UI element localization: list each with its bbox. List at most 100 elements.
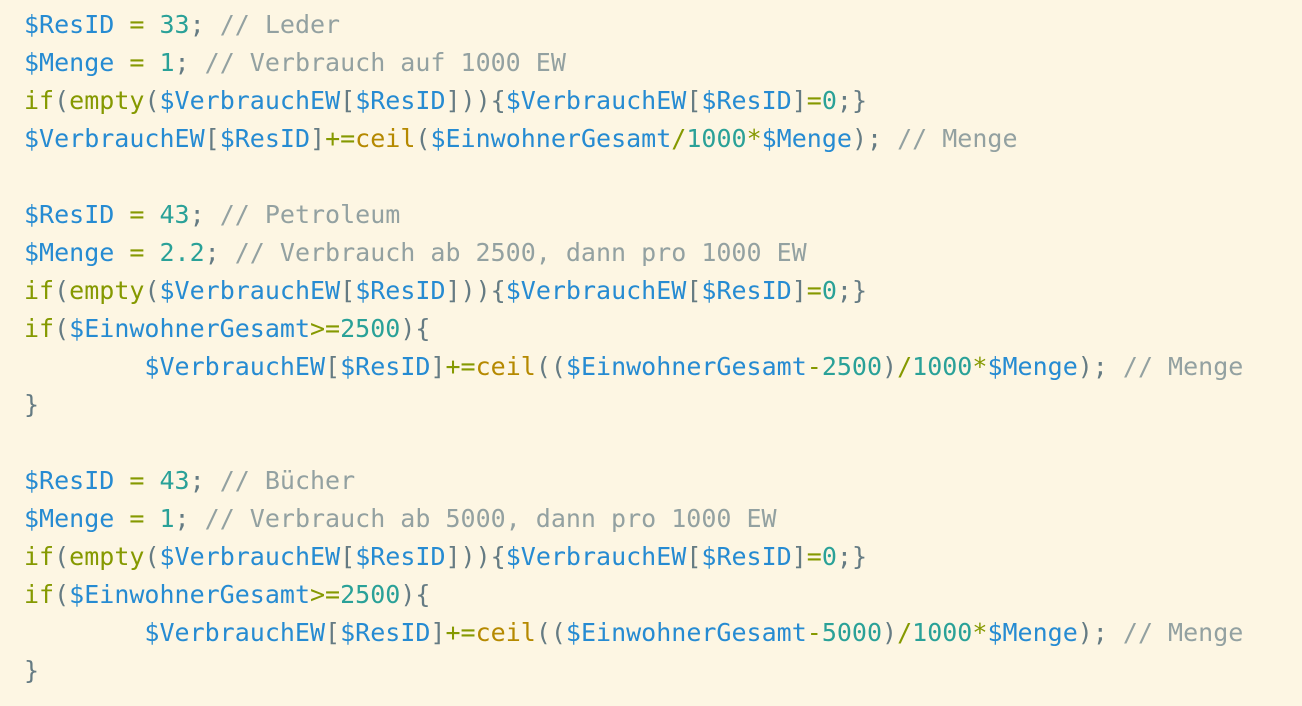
code-token: $VerbrauchEW: [159, 86, 341, 115]
code-line: $Menge = 2.2; // Verbrauch ab 2500, dann…: [24, 234, 1302, 272]
code-token: [: [340, 86, 356, 115]
code-token: );: [1077, 618, 1123, 647]
code-token: [: [686, 276, 702, 305]
code-token: // Menge: [1122, 352, 1244, 381]
code-token: (: [144, 276, 160, 305]
code-token: $VerbrauchEW: [505, 86, 687, 115]
code-token: empty: [69, 276, 145, 305]
code-line: $ResID = 43; // Petroleum: [24, 196, 1302, 234]
code-token: 43: [159, 200, 190, 229]
code-token: }: [24, 390, 40, 419]
code-token: 2500: [821, 352, 883, 381]
code-token: =: [114, 238, 160, 267]
code-token: 5000: [821, 618, 883, 647]
code-token: ]: [430, 352, 446, 381]
code-token: ;: [189, 10, 220, 39]
code-token: if: [24, 276, 55, 305]
code-token: ceil: [475, 352, 536, 381]
code-token: (: [54, 542, 70, 571]
code-line: if($EinwohnerGesamt>=2500){: [24, 310, 1302, 348]
code-token: 1000: [912, 618, 973, 647]
code-line: $VerbrauchEW[$ResID]+=ceil(($EinwohnerGe…: [24, 614, 1302, 652]
code-token: $ResID: [24, 200, 115, 229]
code-token: +=: [325, 124, 356, 153]
code-token: ceil: [475, 618, 536, 647]
code-token: // Verbrauch auf 1000 EW: [204, 48, 566, 77]
code-token: $VerbrauchEW: [159, 542, 341, 571]
code-token: =: [114, 10, 160, 39]
code-token: [: [325, 352, 341, 381]
code-token: 2.2: [159, 238, 205, 267]
code-token: (: [54, 314, 70, 343]
code-token: $Menge: [24, 238, 115, 267]
code-token: -: [806, 352, 822, 381]
code-block[interactable]: $ResID = 33; // Leder $Menge = 1; // Verb…: [0, 0, 1302, 706]
code-token: 0: [821, 86, 837, 115]
code-token: 33: [159, 10, 190, 39]
code-token: 1: [159, 48, 175, 77]
code-token: ]: [791, 276, 807, 305]
code-token: 0: [821, 276, 837, 305]
code-token: $EinwohnerGesamt: [565, 352, 807, 381]
code-token: /: [671, 124, 687, 153]
code-token: $Menge: [987, 618, 1078, 647]
code-token: $ResID: [219, 124, 310, 153]
code-token: [: [204, 124, 220, 153]
code-line: $VerbrauchEW[$ResID]+=ceil($EinwohnerGes…: [24, 120, 1302, 158]
code-token: // Bücher: [219, 466, 356, 495]
code-token: if: [24, 86, 55, 115]
code-token: ;}: [836, 542, 868, 571]
code-token: $ResID: [701, 86, 792, 115]
code-token: (: [144, 542, 160, 571]
code-token: $EinwohnerGesamt: [69, 314, 310, 343]
code-token: =: [114, 48, 160, 77]
code-token: $EinwohnerGesamt: [565, 618, 807, 647]
code-token: $ResID: [355, 542, 446, 571]
code-token: ;: [174, 504, 205, 533]
code-token: 2500: [340, 580, 401, 609]
code-token: $EinwohnerGesamt: [69, 580, 310, 609]
code-token: ((: [535, 352, 566, 381]
code-token: }: [24, 656, 40, 685]
code-token: [: [340, 276, 356, 305]
code-token: // Verbrauch ab 2500, dann pro 1000 EW: [234, 238, 807, 267]
code-line: }: [24, 386, 1302, 424]
code-token: );: [851, 124, 898, 153]
code-token: ])){: [445, 542, 506, 571]
code-token: *: [972, 618, 988, 647]
code-token: $VerbrauchEW: [505, 542, 687, 571]
code-token: $VerbrauchEW: [144, 618, 326, 647]
code-token: $Menge: [24, 48, 115, 77]
code-line: $ResID = 33; // Leder: [24, 6, 1302, 44]
code-token: ceil: [355, 124, 416, 153]
code-token: $ResID: [355, 86, 446, 115]
code-token: ): [882, 618, 898, 647]
code-token: $ResID: [355, 276, 446, 305]
code-token: ;}: [836, 86, 868, 115]
code-token: $VerbrauchEW: [159, 276, 341, 305]
code-token: if: [24, 580, 55, 609]
code-token: [: [686, 86, 702, 115]
code-token: =: [114, 466, 160, 495]
code-token: ]: [791, 86, 807, 115]
code-token: -: [806, 618, 822, 647]
code-token: *: [972, 352, 988, 381]
code-token: ;: [189, 200, 220, 229]
code-token: =: [806, 542, 822, 571]
code-token: >=: [310, 580, 341, 609]
code-token: if: [24, 314, 55, 343]
code-token: ])){: [445, 276, 506, 305]
code-token: ]: [791, 542, 807, 571]
code-token: [: [325, 618, 341, 647]
code-token: 1000: [686, 124, 747, 153]
code-token: ){: [400, 580, 431, 609]
code-token: $VerbrauchEW: [505, 276, 687, 305]
code-token: (: [54, 86, 70, 115]
code-token: =: [806, 86, 822, 115]
code-line: if(empty($VerbrauchEW[$ResID])){$Verbrau…: [24, 538, 1302, 576]
code-token: );: [1077, 352, 1123, 381]
code-token: ;: [189, 466, 220, 495]
code-token: $ResID: [340, 352, 431, 381]
